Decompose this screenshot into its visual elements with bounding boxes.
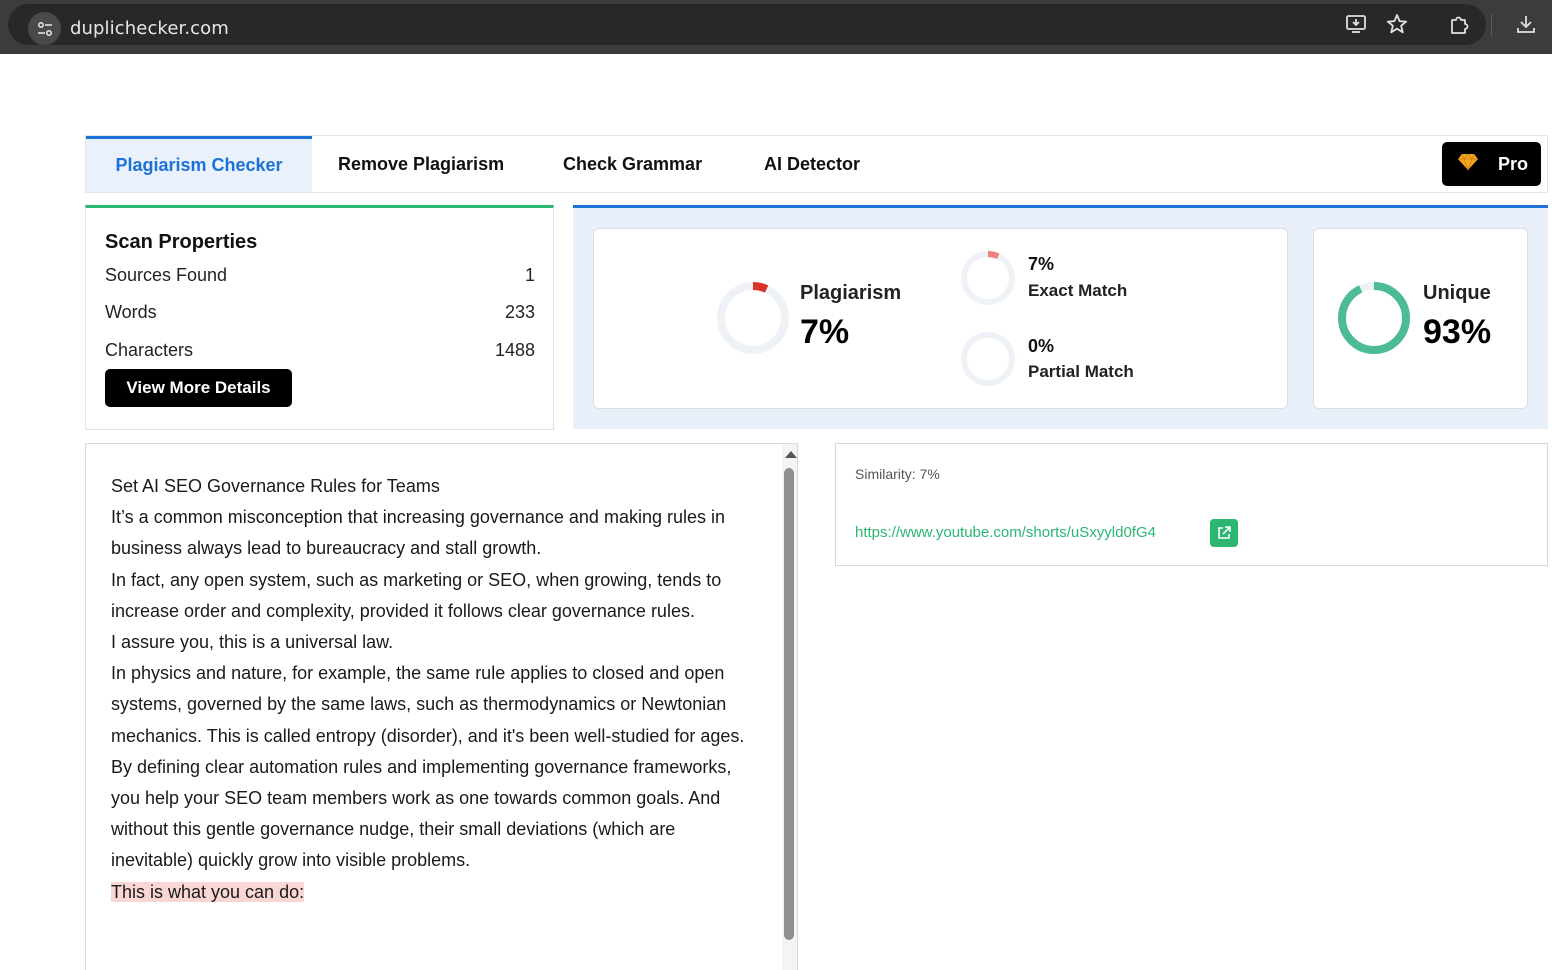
- similarity-panel: Similarity: 7% https://www.youtube.com/s…: [835, 443, 1548, 566]
- plagiarism-ring: [717, 282, 789, 354]
- similarity-label: Similarity: 7%: [855, 466, 940, 482]
- partial-match-label: Partial Match: [1028, 362, 1134, 381]
- source-link[interactable]: https://www.youtube.com/shorts/uSxyyld0f…: [855, 524, 1156, 541]
- exact-match-percent: 7%: [1028, 254, 1055, 274]
- site-info-icon[interactable]: [28, 12, 61, 45]
- scroll-up-arrow-icon[interactable]: [785, 451, 797, 458]
- scan-properties-title: Scan Properties: [105, 231, 258, 253]
- diamond-icon: [1458, 152, 1478, 176]
- unique-ring: [1338, 282, 1410, 354]
- characters-row: Characters 1488: [105, 340, 535, 361]
- checked-text-panel: Set AI SEO Governance Rules for Teams It’…: [85, 443, 798, 970]
- text-paragraph: By defining clear automation rules and i…: [111, 756, 732, 871]
- pro-button[interactable]: Pro: [1442, 142, 1541, 186]
- scan-properties-panel: Scan Properties Sources Found 1 Words 23…: [85, 205, 554, 430]
- words-label: Words: [105, 302, 157, 322]
- text-paragraph: I assure you, this is a universal law.: [111, 632, 394, 653]
- text-paragraph: It’s a common misconception that increas…: [111, 507, 725, 559]
- tab-plagiarism-checker[interactable]: Plagiarism Checker: [86, 136, 312, 192]
- pro-label: Pro: [1498, 153, 1529, 174]
- external-link-icon[interactable]: [1210, 519, 1238, 547]
- partial-match-percent: 0%: [1028, 336, 1055, 356]
- plagiarism-percent: 7%: [800, 313, 850, 351]
- tab-remove-plagiarism[interactable]: Remove Plagiarism: [338, 136, 504, 192]
- partial-match-ring: [961, 332, 1015, 386]
- url-text[interactable]: duplichecker.com: [70, 18, 229, 39]
- tab-check-grammar[interactable]: Check Grammar: [563, 136, 702, 192]
- browser-toolbar: duplichecker.com: [0, 0, 1552, 54]
- download-icon[interactable]: [1514, 12, 1538, 36]
- scroll-thumb[interactable]: [784, 468, 794, 940]
- toolbar-separator: [1491, 14, 1492, 36]
- exact-match-ring: [961, 251, 1015, 305]
- text-paragraph: Set AI SEO Governance Rules for Teams: [111, 476, 440, 496]
- view-more-details-button[interactable]: View More Details: [105, 369, 292, 407]
- unique-percent: 93%: [1423, 313, 1492, 351]
- unique-summary-card: Unique 93%: [1313, 228, 1528, 409]
- words-row: Words 233: [105, 302, 535, 323]
- text-paragraph: In fact, any open system, such as market…: [111, 569, 722, 621]
- checked-text-body[interactable]: Set AI SEO Governance Rules for Teams It’…: [111, 471, 756, 908]
- characters-label: Characters: [105, 340, 194, 360]
- sources-found-value: 1: [524, 265, 535, 285]
- characters-value: 1488: [494, 340, 535, 360]
- tool-tabs: Plagiarism Checker Remove Plagiarism Che…: [85, 135, 1548, 193]
- plagiarism-summary-card: Plagiarism 7% 7% Exact Match 0% Partial …: [593, 228, 1288, 409]
- install-app-icon[interactable]: [1344, 12, 1368, 36]
- address-bar[interactable]: duplichecker.com: [8, 4, 1486, 45]
- exact-match-label: Exact Match: [1028, 281, 1128, 300]
- sources-found-label: Sources Found: [105, 265, 228, 285]
- tab-ai-detector[interactable]: AI Detector: [764, 136, 860, 192]
- plagiarism-label: Plagiarism: [800, 282, 902, 304]
- bookmark-star-icon[interactable]: [1385, 12, 1409, 36]
- highlighted-match[interactable]: This is what you can do:: [111, 881, 305, 902]
- sources-found-row: Sources Found 1: [105, 265, 535, 286]
- text-paragraph: In physics and nature, for example, the …: [111, 663, 745, 746]
- results-panel: Plagiarism 7% 7% Exact Match 0% Partial …: [573, 205, 1548, 429]
- text-scrollbar[interactable]: [782, 444, 797, 970]
- text-paragraph: This is what you can do:: [111, 877, 756, 908]
- words-value: 233: [504, 302, 535, 322]
- extensions-icon[interactable]: [1447, 12, 1471, 36]
- unique-label: Unique: [1423, 282, 1491, 304]
